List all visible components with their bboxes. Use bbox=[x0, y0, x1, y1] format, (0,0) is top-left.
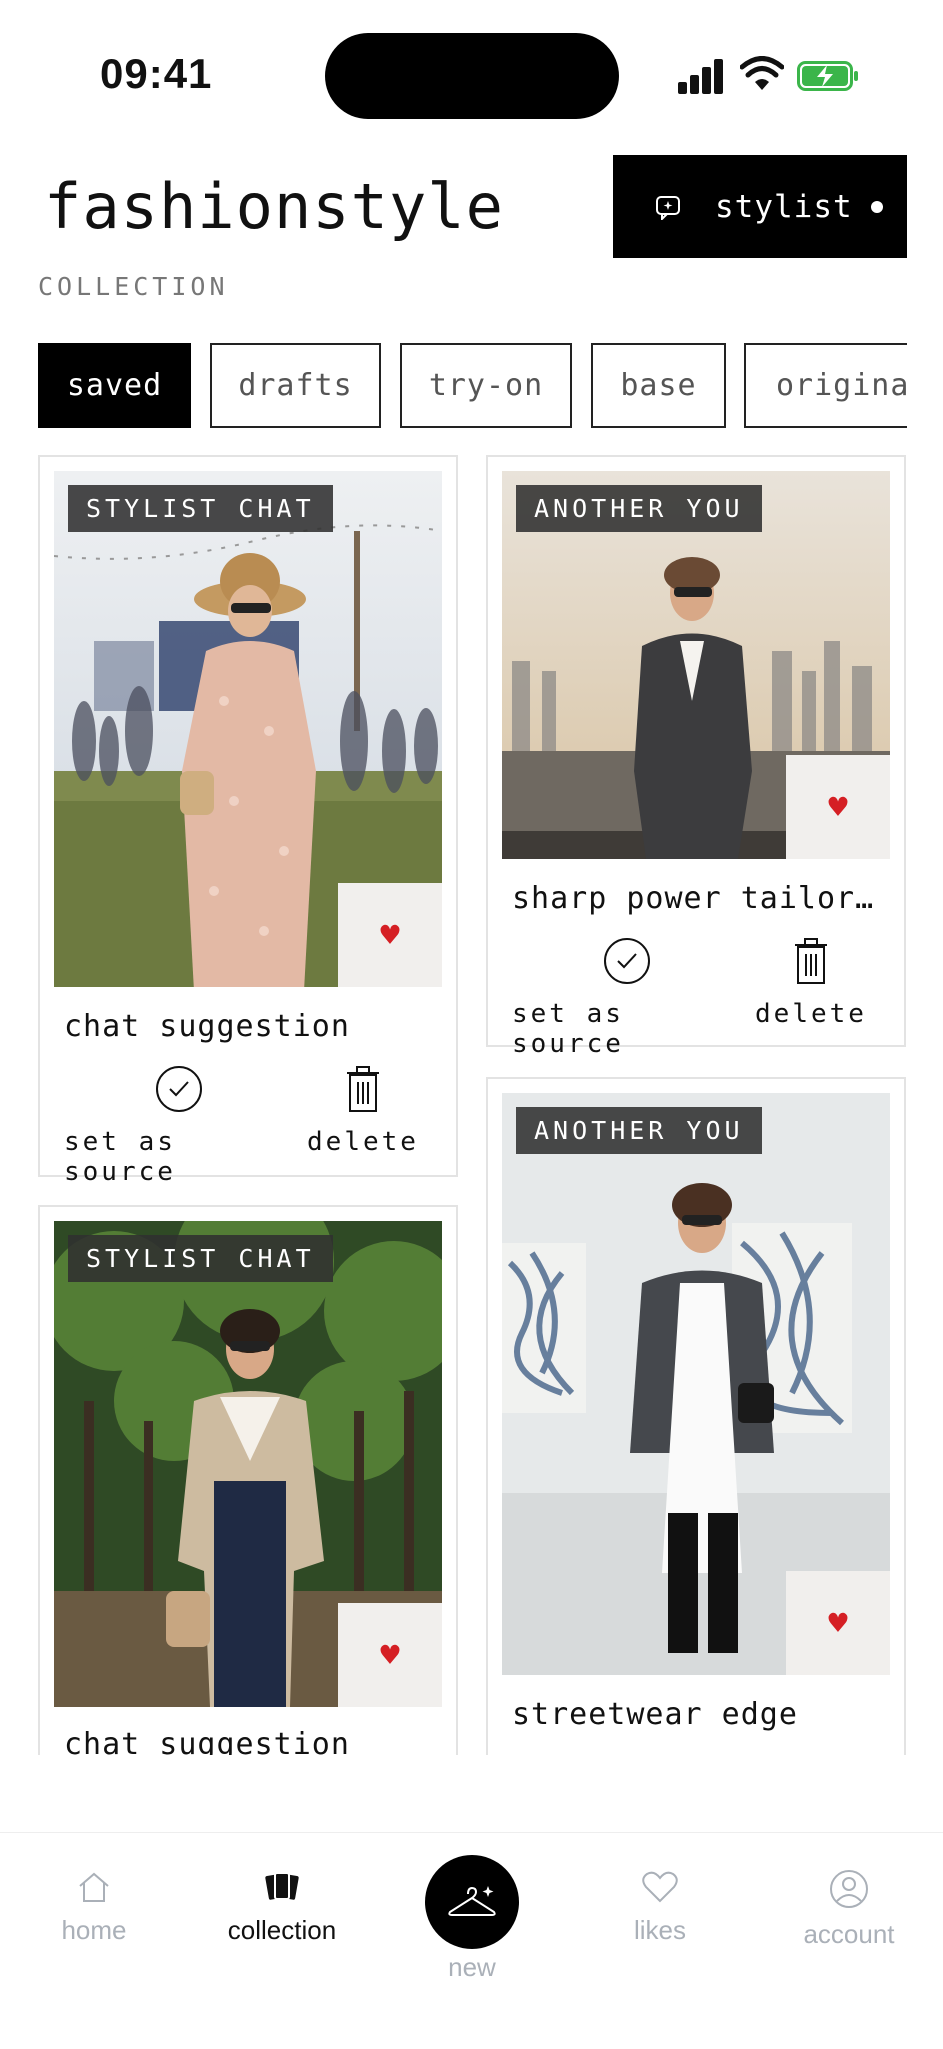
account-icon bbox=[830, 1870, 868, 1908]
dynamic-island bbox=[325, 33, 619, 119]
source-badge: ANOTHER YOU bbox=[516, 485, 762, 532]
collection-card[interactable]: STYLIST CHAT ♥ chat suggestion bbox=[38, 1205, 458, 1755]
nav-home-label: home bbox=[61, 1915, 127, 1945]
set-as-source-label: set as source bbox=[512, 999, 624, 1059]
delete-button[interactable]: delete bbox=[746, 935, 876, 1029]
outfit-photo[interactable]: ANOTHER YOU ♥ bbox=[502, 471, 890, 859]
nav-new-label: new bbox=[448, 1952, 496, 1982]
card-title: chat suggestion bbox=[64, 1727, 350, 1755]
card-title: streetwear edge bbox=[512, 1697, 798, 1732]
like-button[interactable]: ♥ bbox=[338, 883, 442, 987]
heart-icon: ♥ bbox=[380, 1636, 400, 1674]
set-as-source-button[interactable]: set as source bbox=[64, 1065, 294, 1187]
status-bar: 09:41 bbox=[0, 0, 943, 150]
outfit-photo[interactable]: STYLIST CHAT ♥ bbox=[54, 1221, 442, 1707]
nav-home[interactable]: home bbox=[46, 1869, 142, 1946]
nav-account[interactable]: account bbox=[793, 1869, 905, 1950]
nav-likes-label: likes bbox=[633, 1915, 686, 1945]
heart-icon: ♥ bbox=[828, 788, 848, 826]
delete-button[interactable]: delete bbox=[298, 1063, 428, 1157]
set-as-source-button[interactable]: set as source bbox=[512, 937, 742, 1059]
like-button[interactable]: ♥ bbox=[786, 1571, 890, 1675]
tab-drafts[interactable]: drafts bbox=[210, 343, 381, 428]
set-as-source-label: set as source bbox=[64, 1127, 176, 1187]
collection-icon bbox=[265, 1872, 299, 1900]
tab-try-on[interactable]: try-on bbox=[400, 343, 572, 428]
source-badge: ANOTHER YOU bbox=[516, 1107, 762, 1154]
check-circle-icon bbox=[604, 938, 650, 984]
status-dot bbox=[870, 200, 883, 213]
wifi-icon bbox=[740, 56, 784, 90]
stylist-button[interactable]: stylist bbox=[613, 155, 907, 258]
signal-icon bbox=[678, 58, 724, 94]
collection-grid: STYLIST CHAT ♥ chat suggestion set as so… bbox=[0, 455, 943, 1755]
filter-tabs: saved drafts try-on base original bbox=[38, 343, 907, 428]
outfit-photo[interactable]: ANOTHER YOU ♥ bbox=[502, 1093, 890, 1675]
status-time: 09:41 bbox=[100, 50, 213, 97]
nav-collection[interactable]: collection bbox=[214, 1869, 350, 1946]
heart-outline-icon bbox=[642, 1871, 678, 1903]
chat-sparkle-icon bbox=[656, 195, 680, 220]
app-title: fashionstyle bbox=[44, 170, 504, 243]
collection-card[interactable]: ANOTHER YOU ♥ streetwear edge bbox=[486, 1077, 906, 1755]
battery-icon bbox=[797, 61, 858, 91]
source-badge: STYLIST CHAT bbox=[68, 1235, 333, 1282]
trash-icon bbox=[795, 938, 827, 984]
card-title: chat suggestion bbox=[64, 1009, 350, 1044]
nav-account-label: account bbox=[803, 1919, 895, 1949]
check-circle-icon bbox=[156, 1066, 202, 1112]
tab-base[interactable]: base bbox=[591, 343, 726, 428]
nav-collection-label: collection bbox=[227, 1915, 337, 1945]
source-badge: STYLIST CHAT bbox=[68, 485, 333, 532]
stylist-button-label: stylist bbox=[715, 188, 853, 225]
outfit-photo[interactable]: STYLIST CHAT ♥ bbox=[54, 471, 442, 987]
hanger-sparkle-icon bbox=[448, 1886, 496, 1916]
like-button[interactable]: ♥ bbox=[786, 755, 890, 859]
new-button[interactable] bbox=[425, 1855, 519, 1949]
like-button[interactable]: ♥ bbox=[338, 1603, 442, 1707]
section-label: COLLECTION bbox=[38, 272, 229, 301]
delete-label: delete bbox=[307, 1127, 419, 1157]
heart-icon: ♥ bbox=[828, 1604, 848, 1642]
card-title: sharp power tailori… bbox=[512, 881, 882, 916]
delete-label: delete bbox=[755, 999, 867, 1029]
heart-icon: ♥ bbox=[380, 916, 400, 954]
tab-original[interactable]: original bbox=[744, 343, 907, 428]
trash-icon bbox=[347, 1066, 379, 1112]
nav-likes[interactable]: likes bbox=[615, 1869, 705, 1946]
home-icon bbox=[79, 1872, 109, 1902]
collection-card[interactable]: STYLIST CHAT ♥ chat suggestion set as so… bbox=[38, 455, 458, 1187]
tab-saved[interactable]: saved bbox=[38, 343, 191, 428]
collection-card[interactable]: ANOTHER YOU ♥ sharp power tailori… set a… bbox=[486, 455, 906, 1059]
